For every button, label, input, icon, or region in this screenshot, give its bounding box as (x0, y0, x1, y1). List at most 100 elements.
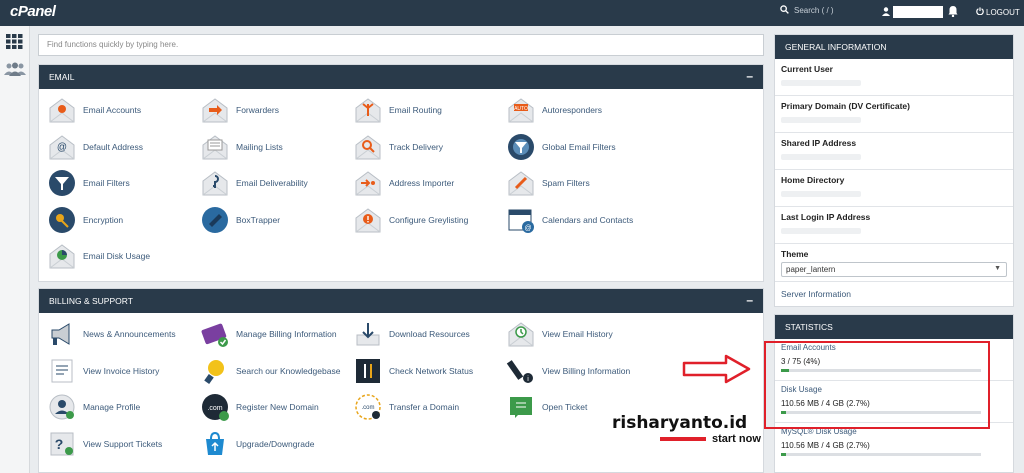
search-icon (780, 5, 789, 16)
tool-news-announcements[interactable]: News & Announcements (47, 319, 176, 349)
find-functions-input[interactable]: Find functions quickly by typing here. (38, 34, 764, 56)
tool-upgrade-downgrade[interactable]: Upgrade/Downgrade (200, 429, 314, 459)
power-icon (976, 7, 984, 17)
tool-address-importer[interactable]: Address Importer (353, 168, 454, 198)
info-label: Last Login IP Address (781, 212, 871, 222)
tool-global-email-filters[interactable]: Global Email Filters (506, 132, 616, 162)
tool-download-resources[interactable]: Download Resources (353, 319, 470, 349)
theme-select[interactable]: paper_lantern ▼ (781, 262, 1007, 277)
redacted-value (781, 154, 861, 160)
tool-calendars-and-contacts[interactable]: @ Calendars and Contacts (506, 205, 633, 235)
info-shared-ip: Shared IP Address (775, 133, 1013, 170)
collapse-billing-button[interactable]: – (746, 293, 753, 307)
tool-label: Search our Knowledgebase (236, 365, 341, 376)
top-bar: cPanel Search ( / ) LOGOUT (0, 0, 1024, 26)
email-history-icon (506, 319, 536, 349)
tool-configure-greylisting[interactable]: Configure Greylisting (353, 205, 468, 235)
info-last-login-ip: Last Login IP Address (775, 207, 1013, 244)
find-placeholder: Find functions quickly by typing here. (47, 40, 179, 49)
tool-view-support-tickets[interactable]: ? View Support Tickets (47, 429, 162, 459)
info-label: Shared IP Address (781, 138, 857, 148)
email-accounts-icon (47, 95, 77, 125)
tool-track-delivery[interactable]: Track Delivery (353, 132, 443, 162)
logout-button[interactable]: LOGOUT (976, 7, 1020, 17)
tool-check-network-status[interactable]: Check Network Status (353, 356, 473, 386)
tool-label: Track Delivery (389, 141, 443, 152)
tool-view-email-history[interactable]: View Email History (506, 319, 613, 349)
tool-label: Manage Billing Information (236, 329, 337, 339)
svg-text:AUTO: AUTO (514, 106, 528, 112)
tool-transfer-a-domain[interactable]: .com Transfer a Domain (353, 392, 459, 422)
tool-label: Manage Profile (83, 402, 141, 412)
search-placeholder[interactable]: Search ( / ) (794, 6, 834, 15)
tool-label: View Email History (542, 329, 613, 339)
billing-panel-header[interactable]: BILLING & SUPPORT – (39, 289, 763, 313)
tool-label: BoxTrapper (236, 214, 281, 225)
chevron-down-icon: ▼ (994, 265, 1001, 272)
global-email-filters-icon (506, 132, 536, 162)
username-redacted (893, 6, 943, 18)
user-menu[interactable] (882, 6, 943, 18)
cpanel-logo[interactable]: cPanel (10, 3, 56, 20)
tool-open-ticket[interactable]: Open Ticket (506, 392, 587, 422)
tool-email-filters[interactable]: Email Filters (47, 168, 130, 198)
info-label: Primary Domain (DV Certificate) (781, 101, 910, 111)
stat-mysql-disk-usage[interactable]: MySQL® Disk Usage 110.56 MB / 4 GB (2.7%… (775, 423, 1013, 465)
email-panel-header[interactable]: EMAIL – (39, 65, 763, 89)
users-icon[interactable] (4, 62, 26, 78)
header-search[interactable]: Search ( / ) (780, 5, 834, 16)
theme-value: paper_lantern (786, 265, 836, 274)
tool-view-billing-information[interactable]: i View Billing Information (506, 356, 630, 386)
tool-mailing-lists[interactable]: Mailing Lists (200, 132, 283, 162)
collapse-email-button[interactable]: – (746, 69, 753, 83)
tool-label: Download Resources (389, 329, 470, 339)
email-filters-icon (47, 168, 77, 198)
tool-label: Email Routing (389, 105, 442, 115)
billing-panel: BILLING & SUPPORT – News & Announcements… (38, 288, 764, 473)
svg-text:@: @ (57, 142, 67, 153)
tool-manage-billing-information[interactable]: Manage Billing Information (200, 319, 337, 349)
tool-search-our-knowledgebase[interactable]: Search our Knowledgebase (200, 356, 340, 386)
autoresponders-icon: AUTO (506, 95, 536, 125)
tool-view-invoice-history[interactable]: View Invoice History (47, 356, 159, 386)
svg-text:?: ? (55, 436, 64, 452)
tool-boxtrapper[interactable]: BoxTrapper (200, 205, 280, 235)
svg-text:.com: .com (361, 405, 374, 411)
tool-email-disk-usage[interactable]: Email Disk Usage (47, 241, 150, 271)
email-panel: EMAIL – Email Accounts Forwarders Email Ro… (38, 64, 764, 282)
tool-spam-filters[interactable]: Spam Filters (506, 168, 590, 198)
general-info-panel: GENERAL INFORMATION Current User Primary… (774, 34, 1014, 307)
tool-label: Configure Greylisting (389, 214, 469, 225)
tool-email-deliverability[interactable]: Email Deliverability (200, 168, 308, 198)
tool-email-accounts[interactable]: Email Accounts (47, 95, 141, 125)
download-icon (353, 319, 383, 349)
track-delivery-icon (353, 132, 383, 162)
calendars-contacts-icon: @ (506, 205, 536, 235)
watermark: risharyanto.id start now (612, 413, 761, 445)
server-information-link[interactable]: Server Information (775, 282, 1013, 306)
boxtrapper-icon (200, 205, 230, 235)
tool-forwarders[interactable]: Forwarders (200, 95, 279, 125)
logout-label: LOGOUT (986, 7, 1020, 17)
tool-autoresponders[interactable]: AUTO Autoresponders (506, 95, 602, 125)
redacted-value (781, 191, 861, 197)
invoice-icon (47, 356, 77, 386)
info-primary-domain: Primary Domain (DV Certificate) (775, 96, 1013, 133)
annotation-arrow-icon (682, 354, 752, 386)
grid-icon[interactable] (6, 34, 23, 51)
bell-icon[interactable] (948, 5, 958, 19)
megaphone-icon (47, 319, 77, 349)
stat-progress-bar (781, 453, 981, 456)
tool-manage-profile[interactable]: Manage Profile (47, 392, 140, 422)
greylisting-icon (353, 205, 383, 235)
support-tickets-icon: ? (47, 429, 77, 459)
tool-register-new-domain[interactable]: .com Register New Domain (200, 392, 319, 422)
tool-label: View Billing Information (542, 365, 631, 376)
billing-card-icon (200, 319, 230, 349)
tool-email-routing[interactable]: Email Routing (353, 95, 442, 125)
email-deliverability-icon (200, 168, 230, 198)
info-label: Home Directory (781, 175, 845, 185)
tool-default-address[interactable]: @ Default Address (47, 132, 143, 162)
email-panel-title: EMAIL (49, 72, 75, 82)
tool-encryption[interactable]: Encryption (47, 205, 123, 235)
